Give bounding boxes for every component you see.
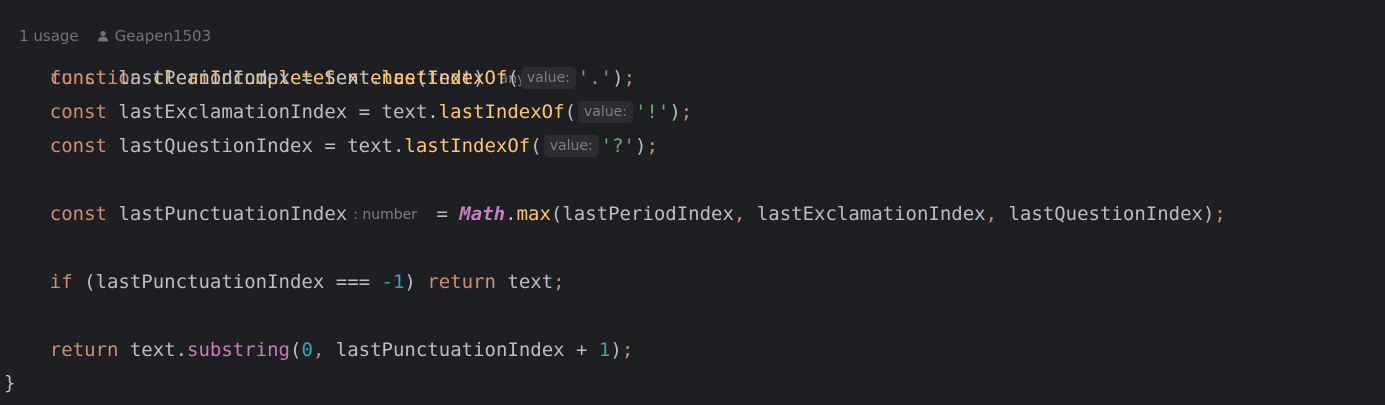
open-paren: ( <box>507 67 519 89</box>
comma: , <box>733 203 746 225</box>
close-brace: } <box>4 372 16 394</box>
close-paren: ) <box>635 135 647 157</box>
keyword-const: const <box>49 101 107 123</box>
code-line-3[interactable]: const lastExclamationIndex = text.lastIn… <box>4 95 692 129</box>
code-vision-bar: 1 usage Geapen1503 <box>0 0 211 45</box>
argument-1: (lastPeriodIndex <box>550 203 734 225</box>
method-call: lastIndexOf <box>438 101 565 123</box>
parameter-hint: value: <box>520 67 576 89</box>
code-line-1[interactable]: function cleanIncompleteSentence(text): … <box>4 27 545 89</box>
keyword-const: const <box>49 203 107 225</box>
code-line-7[interactable]: return text.substring(0, lastPunctuation… <box>4 333 634 367</box>
close-paren: ) <box>669 101 681 123</box>
method-call: max <box>516 203 551 225</box>
keyword-return: return <box>427 271 496 293</box>
return-value: text <box>495 271 554 293</box>
comma: , <box>312 339 325 361</box>
variable-name: lastQuestionIndex <box>118 135 313 157</box>
argument-2: lastExclamationIndex <box>745 203 986 225</box>
code-line-5[interactable]: const lastPunctuationIndex : number = Mat… <box>4 197 1226 231</box>
assignment: = text. <box>290 67 382 89</box>
number-literal: 1 <box>598 339 611 361</box>
string-literal: '.' <box>577 67 613 89</box>
code-line-4[interactable]: const lastQuestionIndex = text.lastIndex… <box>4 129 658 163</box>
keyword-if: if <box>49 271 73 293</box>
number-literal: -1 <box>381 271 405 293</box>
variable-name: lastPeriodIndex <box>118 67 291 89</box>
keyword-return: return <box>49 339 119 361</box>
variable-type-hint: : number <box>353 207 418 223</box>
dot: . <box>505 203 517 225</box>
assignment: = text. <box>347 101 439 123</box>
math-object: Math <box>459 203 506 225</box>
close-paren: ) <box>612 67 624 89</box>
variable-name: lastPunctuationIndex <box>118 203 348 225</box>
keyword-const: const <box>49 135 107 157</box>
code-editor[interactable]: 1 usage Geapen1503 function cleanIncomple… <box>0 0 1385 405</box>
condition: (lastPunctuationIndex === <box>72 271 382 293</box>
assignment: = text. <box>312 135 405 157</box>
assignment: = <box>425 203 460 225</box>
comma: , <box>985 203 998 225</box>
open-paren: ( <box>564 101 577 123</box>
code-line-6[interactable]: if (lastPunctuationIndex === -1) return … <box>4 265 565 299</box>
code-line-8[interactable]: } <box>4 366 27 400</box>
close-paren: ) <box>404 271 428 293</box>
string-literal: '!' <box>634 101 670 123</box>
receiver: text. <box>118 339 188 361</box>
parameter-hint: value: <box>543 135 599 157</box>
argument: lastPunctuationIndex + <box>324 339 599 361</box>
semicolon: ; <box>621 339 634 361</box>
open-paren: ( <box>290 339 302 361</box>
string-literal: '?' <box>600 135 635 157</box>
code-line-2[interactable]: const lastPeriodIndex = text.lastIndexOf… <box>4 61 635 95</box>
open-paren: ( <box>530 135 542 157</box>
semicolon: ; <box>553 271 565 293</box>
number-literal: 0 <box>301 339 313 361</box>
semicolon: ; <box>623 67 636 89</box>
method-call: substring <box>187 339 290 361</box>
parameter-hint: value: <box>578 101 633 123</box>
variable-name: lastExclamationIndex <box>118 101 348 123</box>
semicolon: ; <box>680 101 693 123</box>
semicolon: ; <box>1214 203 1226 225</box>
semicolon: ; <box>646 135 658 157</box>
close-paren: ) <box>610 339 622 361</box>
method-call: lastIndexOf <box>381 67 508 89</box>
argument-3: lastQuestionIndex) <box>997 203 1215 225</box>
method-call: lastIndexOf <box>404 135 531 157</box>
keyword-const: const <box>49 67 107 89</box>
